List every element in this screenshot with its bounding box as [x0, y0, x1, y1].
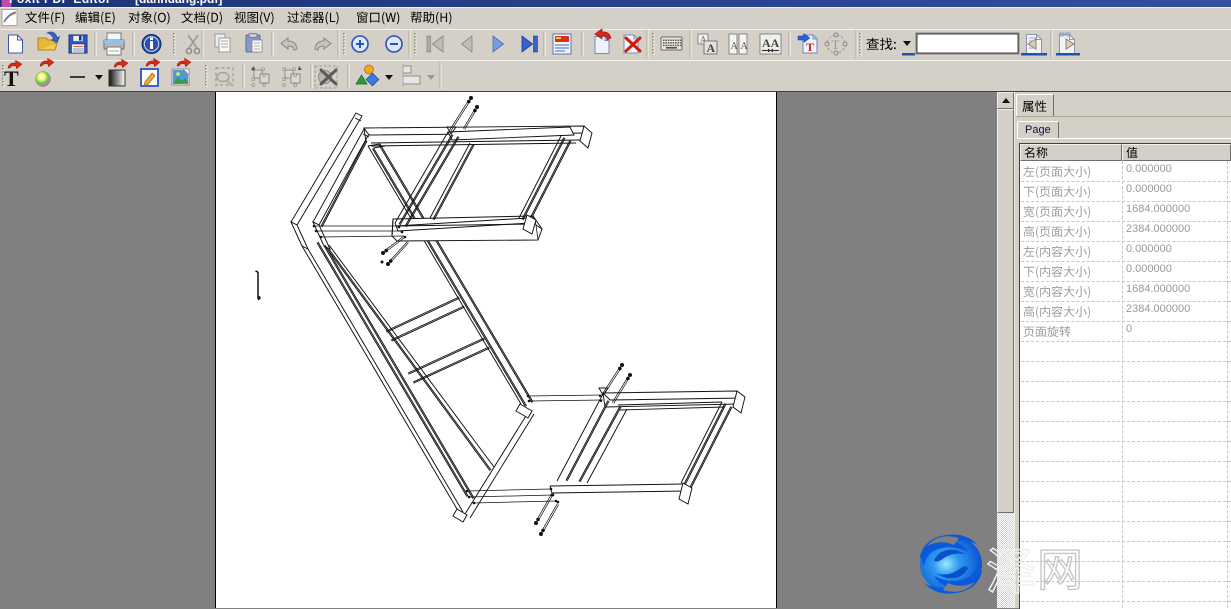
svg-text:AA: AA	[762, 36, 780, 50]
svg-text:T: T	[832, 37, 840, 52]
svg-text:T: T	[4, 66, 19, 91]
svg-text:T: T	[806, 40, 814, 54]
svg-text:A: A	[741, 41, 749, 52]
svg-text:A: A	[707, 41, 716, 55]
svg-text:A: A	[731, 41, 739, 52]
